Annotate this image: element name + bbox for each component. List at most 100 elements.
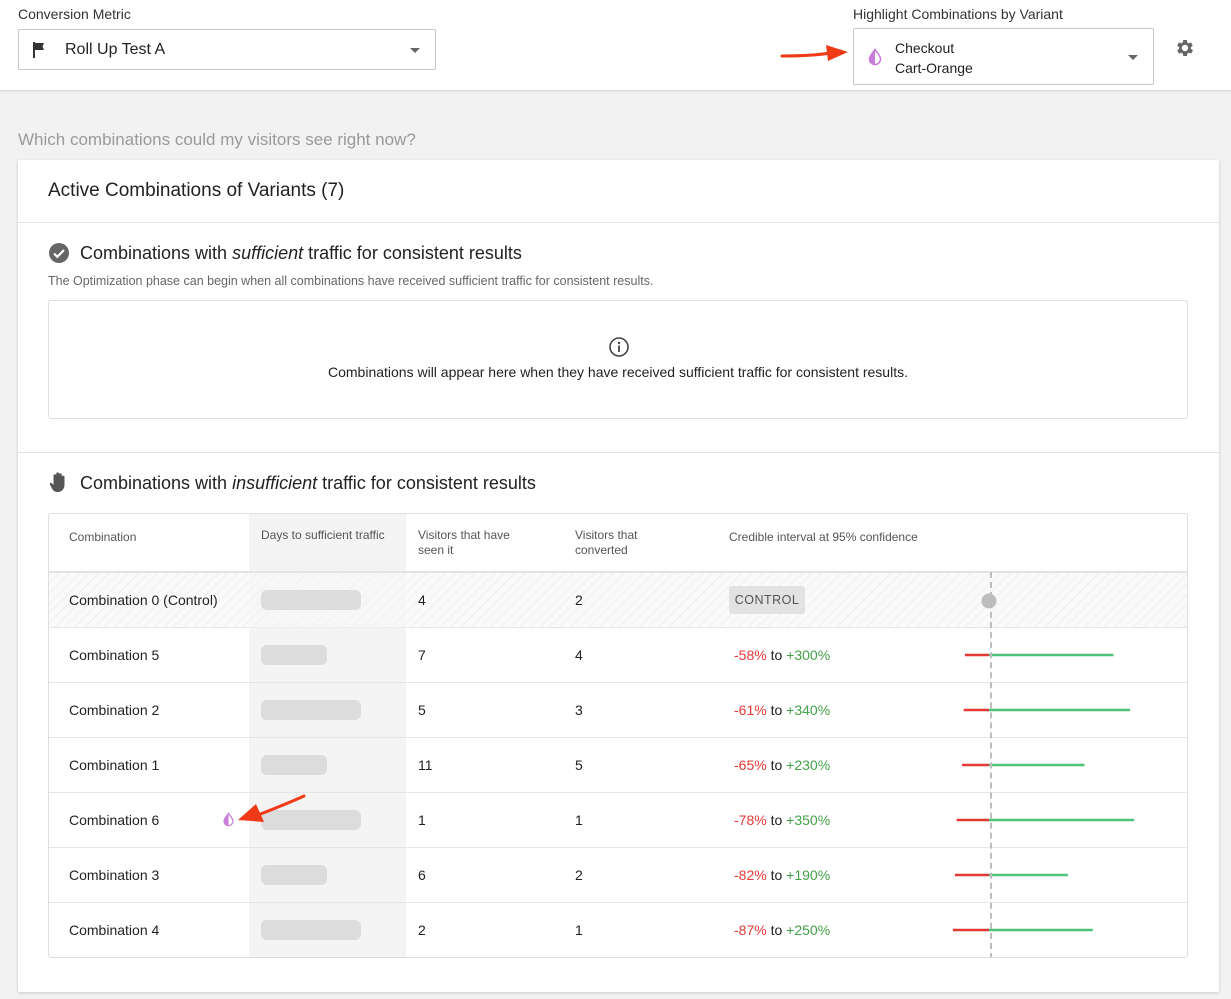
info-icon bbox=[609, 337, 629, 357]
visitors-seen: 7 bbox=[418, 647, 426, 663]
interval-low: -58% bbox=[734, 647, 767, 663]
interval-chart bbox=[963, 708, 1131, 712]
credible-interval: -82% to +190% bbox=[734, 867, 830, 883]
column-header-combination[interactable]: Combination bbox=[69, 530, 136, 545]
combination-name: Combination 5 bbox=[69, 647, 160, 663]
conversion-metric-select[interactable]: Roll Up Test A bbox=[18, 29, 436, 70]
combination-name: Combination 4 bbox=[69, 922, 160, 938]
interval-low: -82% bbox=[734, 867, 767, 883]
table-row[interactable]: Combination 2 5 3 -61% to +340% bbox=[49, 683, 1187, 738]
column-header-visitors-seen[interactable]: Visitors that have seen it bbox=[418, 528, 538, 558]
visitors-converted: 2 bbox=[575, 592, 583, 608]
visitors-converted: 4 bbox=[575, 647, 583, 663]
title-text: traffic for consistent results bbox=[303, 243, 522, 263]
insufficient-section-title: Combinations with insufficient traffic f… bbox=[80, 473, 536, 494]
table-row[interactable]: Combination 1 11 5 -65% to +230% bbox=[49, 738, 1187, 793]
visitors-converted: 2 bbox=[575, 867, 583, 883]
divider bbox=[18, 452, 1219, 453]
interval-low: -65% bbox=[734, 757, 767, 773]
interval-low: -61% bbox=[734, 702, 767, 718]
table-row[interactable]: Combination 6 1 1 -78% to +350% bbox=[49, 793, 1187, 848]
hand-stop-icon bbox=[49, 472, 65, 493]
column-header-visitors-converted[interactable]: Visitors that converted bbox=[575, 528, 665, 558]
visitors-seen: 5 bbox=[418, 702, 426, 718]
visitors-converted: 3 bbox=[575, 702, 583, 718]
page-question: Which combinations could my visitors see… bbox=[18, 130, 416, 149]
title-text: traffic for consistent results bbox=[317, 473, 536, 493]
half-drop-icon bbox=[223, 812, 234, 827]
interval-to: to bbox=[770, 812, 783, 828]
credible-interval: -58% to +300% bbox=[734, 647, 830, 663]
days-placeholder-bar bbox=[261, 645, 327, 665]
combination-name: Combination 2 bbox=[69, 702, 160, 718]
zero-reference-line bbox=[990, 572, 992, 957]
interval-chart bbox=[954, 873, 1068, 877]
title-text: Combinations with bbox=[80, 243, 233, 263]
top-bar: Conversion Metric Roll Up Test A Highlig… bbox=[0, 0, 1231, 91]
gear-icon[interactable] bbox=[1174, 37, 1196, 59]
column-header-days[interactable]: Days to sufficient traffic bbox=[261, 528, 391, 543]
table-row[interactable]: Combination 3 6 2 -82% to +190% bbox=[49, 848, 1187, 903]
title-emphasis: insufficient bbox=[232, 473, 318, 493]
visitors-converted: 1 bbox=[575, 812, 583, 828]
conversion-metric-value: Roll Up Test A bbox=[65, 41, 166, 58]
visitors-seen: 1 bbox=[418, 812, 426, 828]
combination-name: Combination 0 (Control) bbox=[69, 592, 218, 608]
visitors-seen: 4 bbox=[418, 592, 426, 608]
credible-interval: -61% to +340% bbox=[734, 702, 830, 718]
active-combinations-card: Active Combinations of Variants (7) Comb… bbox=[18, 160, 1219, 992]
combination-name: Combination 1 bbox=[69, 757, 160, 773]
interval-high: +350% bbox=[786, 812, 831, 828]
title-emphasis: sufficient bbox=[232, 243, 304, 263]
interval-to: to bbox=[770, 647, 783, 663]
control-badge: CONTROL bbox=[729, 586, 805, 614]
interval-high: +300% bbox=[786, 647, 831, 663]
conversion-metric-label: Conversion Metric bbox=[18, 6, 131, 22]
combination-name: Combination 6 bbox=[69, 812, 160, 828]
column-header-credible-interval[interactable]: Credible interval at 95% confidence bbox=[729, 530, 918, 545]
annotation-arrow bbox=[238, 794, 306, 822]
highlight-variant-label: Highlight Combinations by Variant bbox=[853, 6, 1063, 22]
days-placeholder-bar bbox=[261, 590, 361, 610]
card-title: Active Combinations of Variants (7) bbox=[48, 180, 345, 201]
visitors-converted: 1 bbox=[575, 922, 583, 938]
days-placeholder-bar bbox=[261, 920, 361, 940]
divider bbox=[18, 222, 1219, 223]
visitors-seen: 11 bbox=[418, 757, 433, 773]
table-row[interactable]: Combination 5 7 4 -58% to +300% bbox=[49, 628, 1187, 683]
chevron-down-icon bbox=[410, 48, 420, 53]
interval-chart bbox=[962, 763, 1085, 767]
days-placeholder-bar bbox=[261, 865, 327, 885]
visitors-seen: 6 bbox=[418, 867, 426, 883]
interval-high: +250% bbox=[786, 922, 831, 938]
interval-low: -78% bbox=[734, 812, 767, 828]
annotation-arrow bbox=[780, 45, 848, 61]
interval-low: -87% bbox=[734, 922, 767, 938]
highlight-variant-select[interactable]: Checkout Cart-Orange bbox=[853, 28, 1154, 85]
interval-to: to bbox=[770, 867, 783, 883]
highlight-variant-line1: Checkout bbox=[895, 40, 955, 56]
combinations-table: Combination Days to sufficient traffic V… bbox=[48, 513, 1188, 958]
chevron-down-icon bbox=[1128, 55, 1138, 60]
visitors-seen: 2 bbox=[418, 922, 426, 938]
table-row[interactable]: Combination 4 2 1 -87% to +250% bbox=[49, 903, 1187, 957]
half-drop-icon bbox=[868, 48, 882, 66]
table-row-control[interactable]: Combination 0 (Control) 4 2 CONTROL bbox=[49, 573, 1187, 628]
credible-interval: -65% to +230% bbox=[734, 757, 830, 773]
empty-state-message: Combinations will appear here when they … bbox=[327, 364, 908, 380]
interval-chart bbox=[952, 928, 1093, 932]
visitors-converted: 5 bbox=[575, 757, 583, 773]
interval-to: to bbox=[770, 757, 783, 773]
interval-chart bbox=[981, 593, 997, 609]
interval-to: to bbox=[770, 702, 783, 718]
control-marker bbox=[981, 593, 997, 609]
interval-high: +190% bbox=[786, 867, 831, 883]
interval-high: +340% bbox=[786, 702, 831, 718]
interval-to: to bbox=[770, 922, 783, 938]
interval-high: +230% bbox=[786, 757, 831, 773]
sufficient-description: The Optimization phase can begin when al… bbox=[48, 274, 654, 288]
title-text: Combinations with bbox=[80, 473, 233, 493]
sufficient-section-title: Combinations with sufficient traffic for… bbox=[80, 243, 522, 264]
combination-name: Combination 3 bbox=[69, 867, 160, 883]
interval-chart bbox=[964, 653, 1114, 657]
